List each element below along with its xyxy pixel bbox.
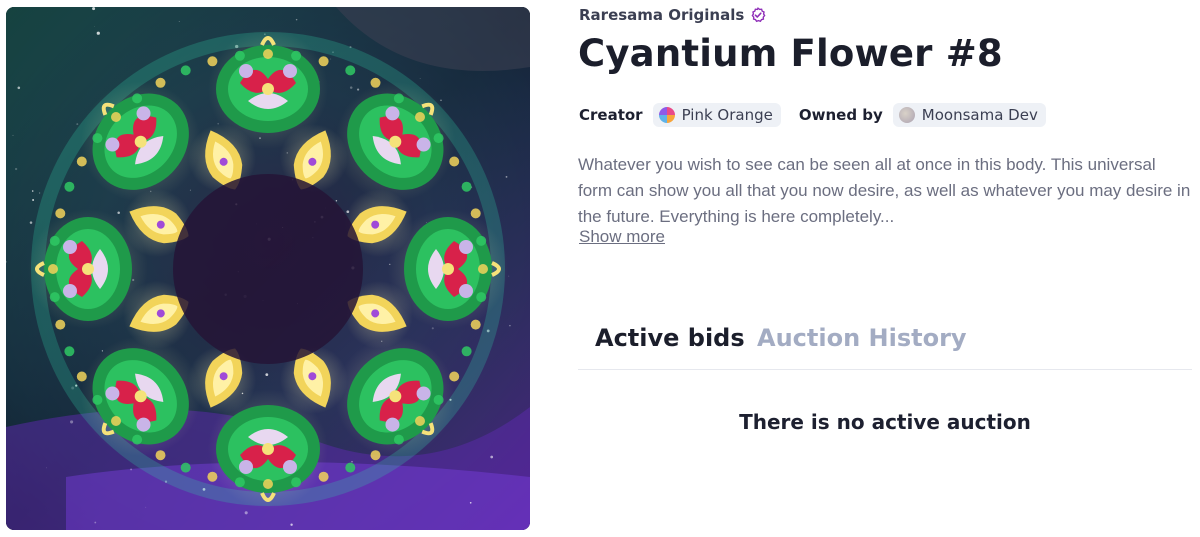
creator-avatar <box>658 107 675 123</box>
nft-artwork[interactable] <box>6 7 530 530</box>
collection-link[interactable]: Raresama Originals <box>579 6 766 24</box>
item-details: Raresama Originals Cyantium Flower #8 Cr… <box>578 0 1192 537</box>
owner-label: Owned by <box>798 106 883 124</box>
artwork-image <box>6 7 530 530</box>
verified-badge-icon <box>750 7 766 23</box>
creator-label: Creator <box>579 106 643 124</box>
owner-chip[interactable]: Moonsama Dev <box>892 103 1046 127</box>
show-more-link[interactable]: Show more <box>579 227 665 247</box>
tab-auction-history[interactable]: Auction History <box>757 324 967 352</box>
creator-chip[interactable]: Pink Orange <box>652 103 781 127</box>
owner-name[interactable]: Moonsama Dev <box>922 106 1038 124</box>
empty-auction-message: There is no active auction <box>739 410 1031 434</box>
collection-name[interactable]: Raresama Originals <box>579 6 744 24</box>
tab-active-bids[interactable]: Active bids <box>595 324 745 352</box>
creator-owner-row: Creator Pink Orange Owned by Moonsama De… <box>579 103 1046 127</box>
item-description: Whatever you wish to see can be seen all… <box>578 155 1191 226</box>
bids-tabs: Active bids Auction History <box>578 318 1192 370</box>
creator-name[interactable]: Pink Orange <box>682 106 773 124</box>
item-title: Cyantium Flower #8 <box>578 32 1003 75</box>
owner-avatar <box>898 107 915 123</box>
